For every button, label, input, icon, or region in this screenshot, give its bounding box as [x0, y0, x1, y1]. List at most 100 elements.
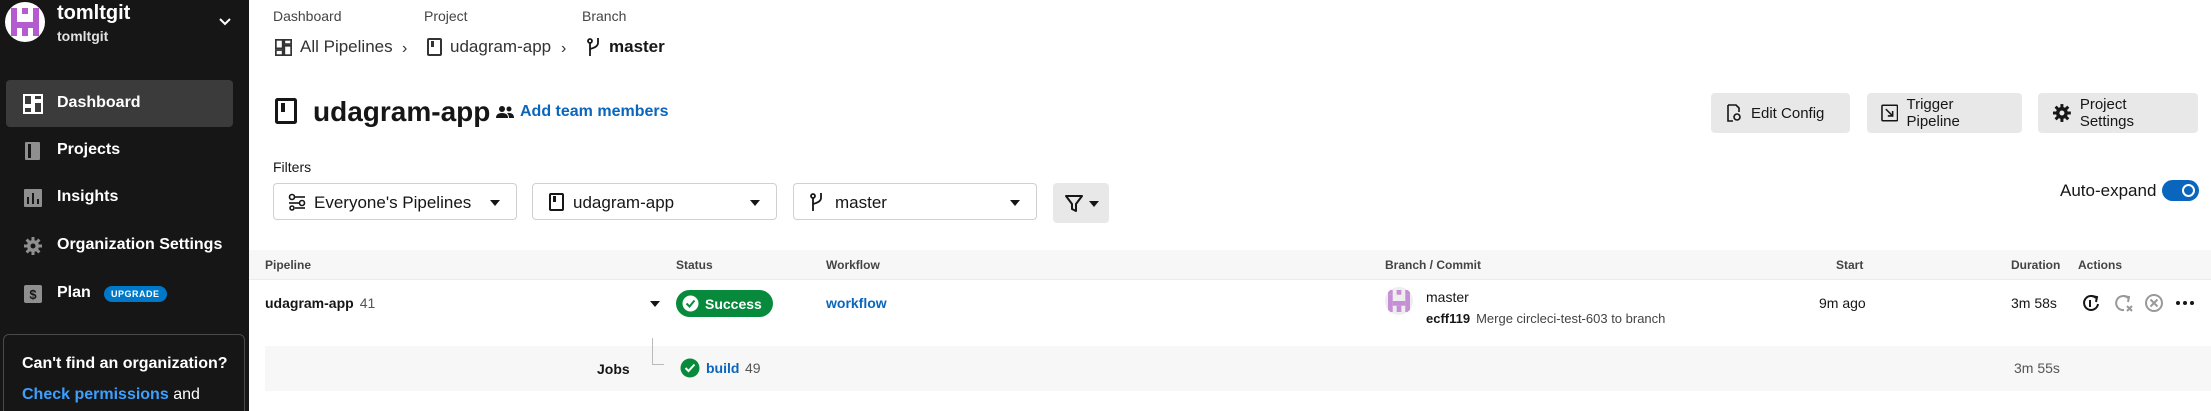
project-icon — [275, 98, 297, 124]
start-time: 9m ago — [1819, 295, 1866, 311]
jobs-row: Jobs build 49 3m 55s — [265, 338, 2211, 391]
check-circle-icon — [682, 295, 699, 312]
edit-config-icon — [1727, 104, 1741, 122]
breadcrumb-label-dashboard: Dashboard — [273, 8, 342, 24]
branch-name[interactable]: master — [1426, 289, 1469, 305]
cancel-icon[interactable] — [2144, 293, 2164, 313]
breadcrumb-project[interactable]: udagram-app — [427, 37, 551, 57]
org-avatar — [5, 2, 45, 42]
tree-connector — [652, 338, 664, 365]
sidebar-item-projects[interactable]: Projects — [6, 127, 233, 174]
org-name: tomltgit — [57, 2, 131, 24]
sidebar-item-insights[interactable]: Insights — [6, 174, 233, 221]
filters-label: Filters — [273, 159, 312, 175]
chevron-right-icon: › — [402, 40, 408, 57]
job-link[interactable]: build — [706, 360, 739, 376]
trigger-icon — [1881, 104, 1899, 122]
help-title: Can't find an organization? — [22, 355, 228, 372]
commit-info[interactable]: ecff119 Merge circleci-test-603 to branch — [1426, 311, 1665, 326]
sidebar-item-label: Projects — [57, 141, 121, 158]
project-icon — [427, 38, 442, 56]
pipeline-number: 41 — [359, 295, 376, 311]
edit-config-button[interactable]: Edit Config — [1711, 93, 1850, 133]
breadcrumb-branch[interactable]: master — [587, 37, 665, 57]
dollar-icon: $ — [24, 285, 42, 303]
branch-icon — [810, 193, 822, 211]
auto-expand-label: Auto-expand — [2060, 181, 2157, 200]
job-duration: 3m 55s — [2014, 360, 2060, 376]
sidebar-item-organization-settings[interactable]: Organization Settings — [6, 222, 233, 269]
insights-icon — [24, 189, 42, 207]
edit-config-label: Edit Config — [1751, 104, 1825, 122]
branch-icon — [587, 38, 599, 56]
pipelines-filter-icon — [288, 193, 306, 211]
expand-row-caret-icon[interactable] — [650, 301, 660, 307]
help-line: Check permissions and — [22, 386, 200, 404]
project-icon — [549, 193, 564, 211]
trigger-pipeline-button[interactable]: Trigger Pipeline — [1867, 93, 2022, 133]
branch-filter-select[interactable]: master — [793, 183, 1037, 220]
sidebar-item-label: Organization Settings — [57, 236, 223, 253]
more-icon[interactable] — [2175, 293, 2195, 313]
advanced-filter-button[interactable] — [1053, 183, 1109, 223]
dashboard-icon — [275, 38, 292, 56]
project-filter-value: udagram-app — [573, 193, 675, 212]
check-permissions-link[interactable]: Check permissions — [22, 386, 169, 403]
commit-message: Merge circleci-test-603 to branch — [1476, 311, 1666, 326]
column-header-actions: Actions — [2078, 258, 2123, 272]
caret-down-icon — [750, 200, 760, 206]
sidebar-item-dashboard[interactable]: Dashboard — [6, 80, 233, 127]
caret-down-icon — [490, 200, 500, 206]
svg-text:$: $ — [29, 287, 37, 302]
pipelines-filter-value: Everyone's Pipelines — [314, 193, 472, 212]
breadcrumb-text: All Pipelines — [300, 37, 393, 56]
commit-sha: ecff119 — [1426, 311, 1471, 326]
gear-icon — [2052, 104, 2071, 122]
gear-icon — [24, 237, 42, 255]
upgrade-badge[interactable]: UPGRADE — [104, 286, 167, 302]
dashboard-icon — [23, 94, 43, 114]
breadcrumb-label-project: Project — [424, 8, 468, 24]
people-icon — [496, 106, 514, 118]
projects-icon — [25, 142, 40, 160]
org-handle: tomltgit — [57, 28, 109, 44]
branch-filter-value: master — [835, 193, 887, 212]
project-settings-button[interactable]: Project Settings — [2038, 93, 2198, 133]
breadcrumb-text: master — [609, 37, 665, 56]
org-switcher[interactable]: tomltgit tomltgit — [0, 0, 249, 52]
add-team-members-link[interactable]: Add team members — [496, 103, 669, 121]
column-header-branch-commit: Branch / Commit — [1385, 258, 1482, 272]
project-filter-select[interactable]: udagram-app — [532, 183, 777, 220]
pipelines-filter-select[interactable]: Everyone's Pipelines — [273, 183, 517, 220]
sidebar-item-label: Insights — [57, 188, 119, 205]
breadcrumb-text: udagram-app — [450, 37, 552, 56]
add-team-label: Add team members — [520, 103, 669, 120]
sidebar-item-plan[interactable]: $ Plan UPGRADE — [6, 270, 233, 317]
table-row: udagram-app 41 Success workflow master ec… — [249, 281, 2211, 341]
auto-expand-toggle[interactable] — [2162, 180, 2199, 201]
duration: 3m 58s — [2011, 295, 2057, 311]
caret-down-icon — [1010, 200, 1020, 206]
page-title: udagram-app — [313, 96, 491, 127]
column-header-status: Status — [676, 258, 713, 272]
status-text: Success — [705, 295, 762, 312]
caret-down-icon — [1089, 201, 1099, 207]
column-header-workflow: Workflow — [826, 258, 880, 272]
rerun-failed-icon[interactable] — [2113, 293, 2133, 313]
chevron-down-icon[interactable] — [217, 14, 233, 30]
breadcrumb-all-pipelines[interactable]: All Pipelines — [275, 37, 393, 57]
sidebar: tomltgit tomltgit Dashboard Projects Ins… — [0, 0, 249, 411]
rerun-icon[interactable] — [2081, 293, 2101, 313]
jobs-label: Jobs — [597, 361, 630, 377]
trigger-pipeline-label: Trigger Pipeline — [1906, 96, 1960, 130]
chevron-right-icon: › — [561, 40, 567, 57]
filter-icon — [1065, 195, 1083, 212]
column-header-pipeline: Pipeline — [265, 258, 312, 272]
breadcrumb-label-branch: Branch — [582, 8, 627, 24]
help-box: Can't find an organization? Check permis… — [3, 334, 245, 411]
toggle-knob — [2182, 184, 2195, 197]
status-badge[interactable]: Success — [676, 290, 773, 317]
workflow-link[interactable]: workflow — [826, 295, 887, 311]
pipeline-name[interactable]: udagram-app 41 — [265, 295, 375, 311]
project-settings-label: Project Settings — [2079, 96, 2135, 130]
